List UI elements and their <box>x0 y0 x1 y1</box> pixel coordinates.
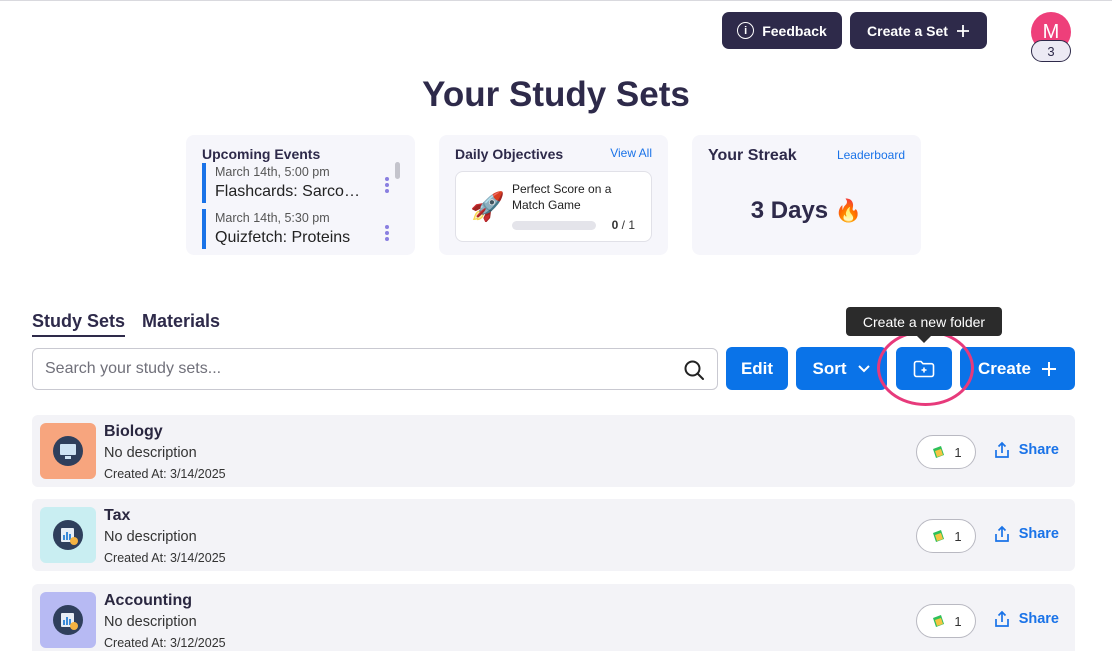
page-title: Your Study Sets <box>422 75 690 114</box>
daily-objectives-title: Daily Objectives <box>455 146 564 162</box>
set-thumbnail <box>40 423 96 479</box>
cards-icon <box>933 530 945 542</box>
feedback-button[interactable]: i Feedback <box>722 12 842 49</box>
sort-button[interactable]: Sort <box>796 347 887 390</box>
feedback-label: Feedback <box>762 22 827 39</box>
event-name: Quizfetch: Proteins <box>215 229 351 246</box>
tooltip-arrow <box>917 336 931 343</box>
rocket-icon: 🚀 <box>470 191 505 222</box>
material-count-badge[interactable]: 1 <box>916 519 976 553</box>
edit-label: Edit <box>740 358 774 378</box>
streak-card: Your Streak Leaderboard 3 Days 🔥 <box>692 135 921 255</box>
study-set-row[interactable]: Biology No description Created At: 3/14/… <box>32 415 1075 487</box>
info-icon: i <box>737 22 755 39</box>
share-icon <box>994 610 1009 627</box>
create-set-label: Create a Set <box>867 22 948 39</box>
set-name[interactable]: Biology <box>104 423 163 441</box>
fire-icon: 🔥 <box>834 198 863 223</box>
objective-progress-label: 0 / 1 <box>611 218 635 232</box>
share-label: Share <box>1018 526 1059 542</box>
set-thumbnail <box>40 592 96 648</box>
set-created-date: Created At: 3/14/2025 <box>104 551 226 565</box>
event-name: Flashcards: Sarcomere <box>215 183 365 200</box>
share-button[interactable]: Share <box>993 525 1059 543</box>
objective-text: Perfect Score on a Match Game <box>512 182 612 212</box>
event-menu-icon[interactable] <box>385 175 389 195</box>
sort-label: Sort <box>812 358 847 378</box>
chevron-down-icon <box>857 364 870 372</box>
study-set-row[interactable]: Tax No description Created At: 3/14/2025… <box>32 499 1075 571</box>
leaderboard-link[interactable]: Leaderboard <box>837 148 905 162</box>
create-label: Create <box>978 358 1031 378</box>
events-scrollbar[interactable] <box>395 162 400 179</box>
avatar-badge: 3 <box>1031 40 1071 62</box>
share-label: Share <box>1018 442 1059 458</box>
material-count: 1 <box>954 444 962 460</box>
plus-icon <box>1041 361 1056 376</box>
streak-title: Your Streak <box>708 147 797 164</box>
plus-icon <box>956 24 969 37</box>
set-created-date: Created At: 3/14/2025 <box>104 467 226 481</box>
streak-days: 3 Days <box>750 197 829 224</box>
share-label: Share <box>1018 611 1059 627</box>
material-count: 1 <box>954 613 962 629</box>
search-icon[interactable] <box>683 359 705 381</box>
monitor-icon <box>53 436 83 466</box>
share-icon <box>994 441 1009 458</box>
tab-materials[interactable]: Materials <box>142 311 220 332</box>
objective-progress-bar <box>512 221 596 230</box>
top-divider <box>0 0 1112 3</box>
material-count-badge[interactable]: 1 <box>916 604 976 638</box>
view-all-link[interactable]: View All <box>610 146 652 160</box>
set-description: No description <box>104 445 197 461</box>
search-input[interactable] <box>33 349 653 389</box>
cards-icon <box>933 615 945 627</box>
edit-button[interactable]: Edit <box>726 347 788 390</box>
study-set-row[interactable]: Accounting No description Created At: 3/… <box>32 584 1075 651</box>
set-name[interactable]: Accounting <box>104 592 192 610</box>
cards-icon <box>933 446 945 458</box>
event-item[interactable]: March 14th, 5:00 pm Flashcards: Sarcomer… <box>202 163 387 203</box>
avatar-badge-count: 3 <box>1047 43 1055 59</box>
material-count: 1 <box>954 528 962 544</box>
objective-item[interactable]: 🚀 Perfect Score on a Match Game 0 / 1 <box>455 171 652 242</box>
daily-objectives-card: Daily Objectives View All 🚀 Perfect Scor… <box>439 135 668 255</box>
create-folder-tooltip: Create a new folder <box>846 307 1002 336</box>
event-time: March 14th, 5:30 pm <box>215 211 330 225</box>
set-description: No description <box>104 614 197 630</box>
chart-icon <box>53 605 83 635</box>
material-count-badge[interactable]: 1 <box>916 435 976 469</box>
streak-value: 3 Days 🔥 <box>692 197 921 225</box>
share-button[interactable]: Share <box>993 610 1059 628</box>
search-box <box>32 348 718 390</box>
event-menu-icon[interactable] <box>385 223 389 243</box>
set-thumbnail <box>40 507 96 563</box>
upcoming-events-title: Upcoming Events <box>202 146 321 162</box>
set-created-date: Created At: 3/12/2025 <box>104 636 226 650</box>
share-button[interactable]: Share <box>993 441 1059 459</box>
create-set-button[interactable]: Create a Set <box>850 12 987 49</box>
tab-study-sets[interactable]: Study Sets <box>32 311 126 337</box>
create-button[interactable]: Create <box>960 347 1075 390</box>
set-name[interactable]: Tax <box>104 507 130 525</box>
event-time: March 14th, 5:00 pm <box>215 165 330 179</box>
upcoming-events-card: Upcoming Events March 14th, 5:00 pm Flas… <box>186 135 415 255</box>
chart-icon <box>53 520 83 550</box>
share-icon <box>994 525 1009 542</box>
set-description: No description <box>104 529 197 545</box>
event-item[interactable]: March 14th, 5:30 pm Quizfetch: Proteins <box>202 209 387 249</box>
